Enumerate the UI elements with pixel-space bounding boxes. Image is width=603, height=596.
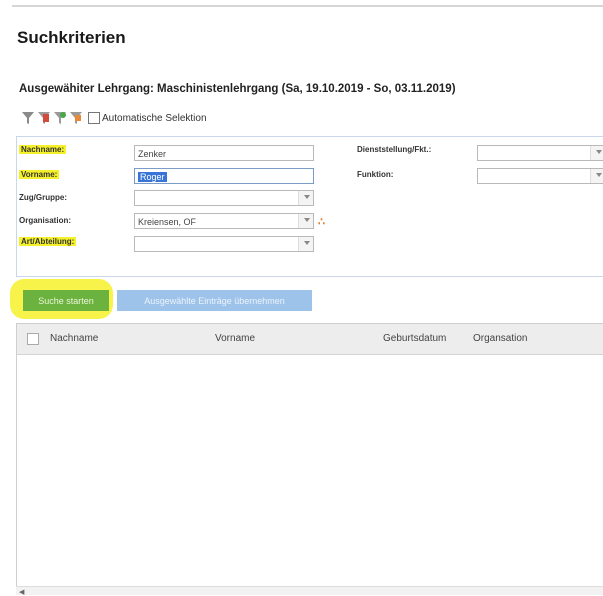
- funnel-red-icon[interactable]: [38, 111, 50, 125]
- dienststellung-select[interactable]: [477, 145, 603, 161]
- art-dropdown-button[interactable]: [298, 237, 313, 251]
- filter-toolbar: Automatische Selektion: [22, 111, 207, 125]
- funktion-label: Funktion:: [357, 170, 394, 179]
- zug-gruppe-select[interactable]: [134, 190, 314, 206]
- funnel-gray-icon[interactable]: [22, 111, 34, 125]
- funktion-select[interactable]: [477, 168, 603, 184]
- column-geburtsdatum[interactable]: Geburtsdatum: [383, 333, 446, 344]
- results-grid: Nachname Vorname Geburtsdatum Organsatio…: [16, 323, 603, 588]
- dienststellung-label: Dienststellung/Fkt.:: [357, 145, 432, 154]
- organisation-select[interactable]: Kreiensen, OF: [134, 213, 314, 229]
- art-abteilung-select[interactable]: [134, 236, 314, 252]
- course-subtitle: Ausgewähiter Lehrgang: Maschinistenlehrg…: [19, 83, 456, 95]
- column-vorname[interactable]: Vorname: [215, 333, 255, 344]
- page-title: Suchkriterien: [17, 28, 126, 47]
- art-abteilung-label: Art/Abteilung:: [19, 237, 77, 246]
- top-divider: [12, 5, 603, 7]
- dienst-dropdown-button[interactable]: [590, 146, 603, 160]
- chevron-down-icon: [304, 241, 310, 245]
- zug-dropdown-button[interactable]: [298, 191, 313, 205]
- column-organisation[interactable]: Organsation: [473, 333, 527, 344]
- take-selected-button[interactable]: Ausgewählte Einträge übernehmen: [117, 290, 312, 311]
- select-all-checkbox[interactable]: [27, 333, 39, 345]
- funnel-green-icon[interactable]: [54, 111, 66, 125]
- chevron-down-icon: [596, 150, 602, 154]
- nachname-label: Nachname:: [19, 145, 67, 154]
- vorname-label: Vorname:: [19, 170, 60, 179]
- chevron-down-icon: [596, 173, 602, 177]
- search-button[interactable]: Suche starten: [23, 290, 109, 311]
- column-nachname[interactable]: Nachname: [50, 333, 98, 344]
- org-dropdown-button[interactable]: [298, 214, 313, 228]
- vorname-input[interactable]: Roger: [134, 168, 314, 184]
- organisation-label: Organisation:: [19, 216, 72, 225]
- nachname-input[interactable]: Zenker: [134, 145, 314, 161]
- auto-select-label: Automatische Selektion: [102, 112, 207, 124]
- funktion-dropdown-button[interactable]: [590, 169, 603, 183]
- chevron-down-icon: [304, 195, 310, 199]
- grid-header: Nachname Vorname Geburtsdatum Organsatio…: [17, 324, 603, 355]
- funnel-orange-icon[interactable]: [70, 111, 82, 125]
- auto-select-checkbox[interactable]: [88, 112, 100, 124]
- zug-gruppe-label: Zug/Gruppe:: [19, 193, 67, 202]
- share-tree-icon[interactable]: ∴: [318, 215, 325, 228]
- chevron-down-icon: [304, 218, 310, 222]
- scroll-left-icon[interactable]: ◀: [19, 588, 24, 596]
